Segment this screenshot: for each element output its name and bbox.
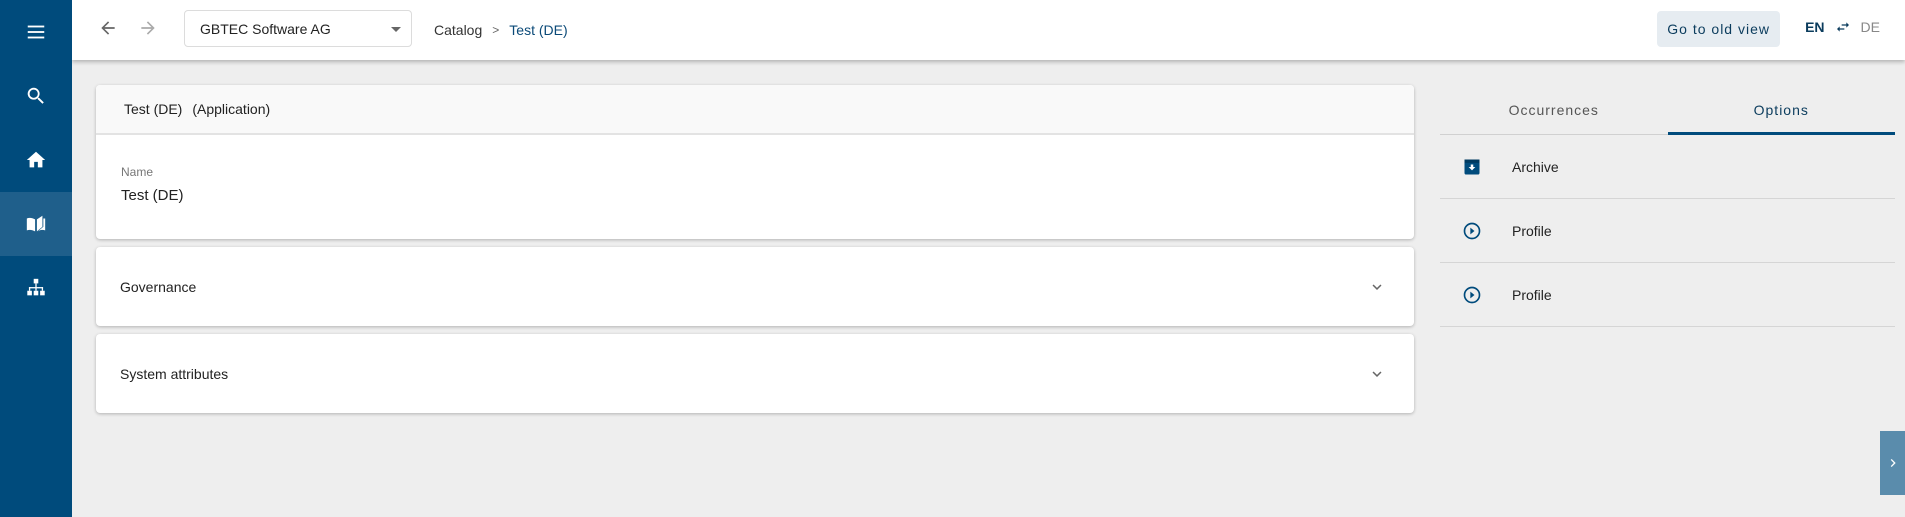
object-card: Test (DE) (Application) Name Test (DE) xyxy=(96,85,1414,239)
chevron-down-icon xyxy=(1372,370,1382,377)
play-circle-icon xyxy=(1463,286,1481,303)
chevron-down-icon xyxy=(391,27,401,32)
chevron-right-icon xyxy=(1890,459,1896,467)
search-icon xyxy=(27,87,44,104)
collapse-panel-button[interactable] xyxy=(1880,431,1905,495)
breadcrumb: Catalog > Test (DE) xyxy=(434,22,568,38)
name-field-label: Name xyxy=(121,165,154,179)
option-label: Archive xyxy=(1512,158,1559,175)
object-title: Test (DE) xyxy=(124,101,183,117)
breadcrumb-catalog[interactable]: Catalog xyxy=(434,22,482,38)
arrow-left-icon xyxy=(101,21,115,35)
top-bar: GBTEC Software AG Catalog > Test (DE) Go… xyxy=(72,0,1905,60)
language-de[interactable]: DE xyxy=(1861,19,1880,35)
archive-icon xyxy=(1464,159,1480,174)
breadcrumb-separator-icon: > xyxy=(492,23,500,37)
language-en[interactable]: EN xyxy=(1805,19,1824,35)
tab-options[interactable]: Options xyxy=(1667,85,1896,135)
object-card-header: Test (DE) (Application) xyxy=(96,85,1414,135)
company-select-value: GBTEC Software AG xyxy=(200,20,331,37)
sidebar-item-catalog[interactable] xyxy=(0,192,72,256)
forward-button[interactable] xyxy=(136,16,160,40)
governance-section-label: Governance xyxy=(120,278,197,295)
arrow-right-icon xyxy=(141,21,155,35)
sidebar-item-home[interactable] xyxy=(0,128,72,192)
option-profile[interactable]: Profile xyxy=(1440,263,1895,327)
home-icon xyxy=(26,151,46,168)
object-type: (Application) xyxy=(192,101,271,117)
option-profile[interactable]: Profile xyxy=(1440,199,1895,263)
breadcrumb-current: Test (DE) xyxy=(509,22,568,38)
chevron-down-icon xyxy=(1372,283,1382,290)
option-archive[interactable]: Archive xyxy=(1440,135,1895,199)
book-icon xyxy=(26,215,46,232)
swap-language-icon[interactable] xyxy=(1835,19,1851,35)
go-to-old-view-button[interactable]: Go to old view xyxy=(1657,11,1780,47)
system-attributes-section[interactable]: System attributes xyxy=(96,334,1414,413)
back-button[interactable] xyxy=(96,16,120,40)
governance-section[interactable]: Governance xyxy=(96,247,1414,326)
option-label: Profile xyxy=(1512,286,1552,303)
option-label: Profile xyxy=(1512,222,1552,239)
main-content: Test (DE) (Application) Name Test (DE) G… xyxy=(96,85,1414,421)
name-field-value: Test (DE) xyxy=(121,187,184,204)
tab-occurrences[interactable]: Occurrences xyxy=(1440,85,1668,134)
right-panel: Occurrences Options Archive Profile Prof… xyxy=(1440,85,1895,327)
system-attributes-section-label: System attributes xyxy=(120,365,229,382)
object-card-body: Name Test (DE) xyxy=(96,135,1414,239)
menu-icon xyxy=(27,25,45,39)
menu-button[interactable] xyxy=(0,0,72,64)
language-switcher: EN DE xyxy=(1805,19,1880,35)
sidebar-item-search[interactable] xyxy=(0,64,72,128)
right-panel-tabs: Occurrences Options xyxy=(1440,85,1895,135)
company-select[interactable]: GBTEC Software AG xyxy=(184,10,412,47)
sitemap-icon xyxy=(27,278,45,296)
play-circle-icon xyxy=(1463,222,1481,239)
sidebar xyxy=(0,0,72,517)
sidebar-item-hierarchy[interactable] xyxy=(0,256,72,320)
